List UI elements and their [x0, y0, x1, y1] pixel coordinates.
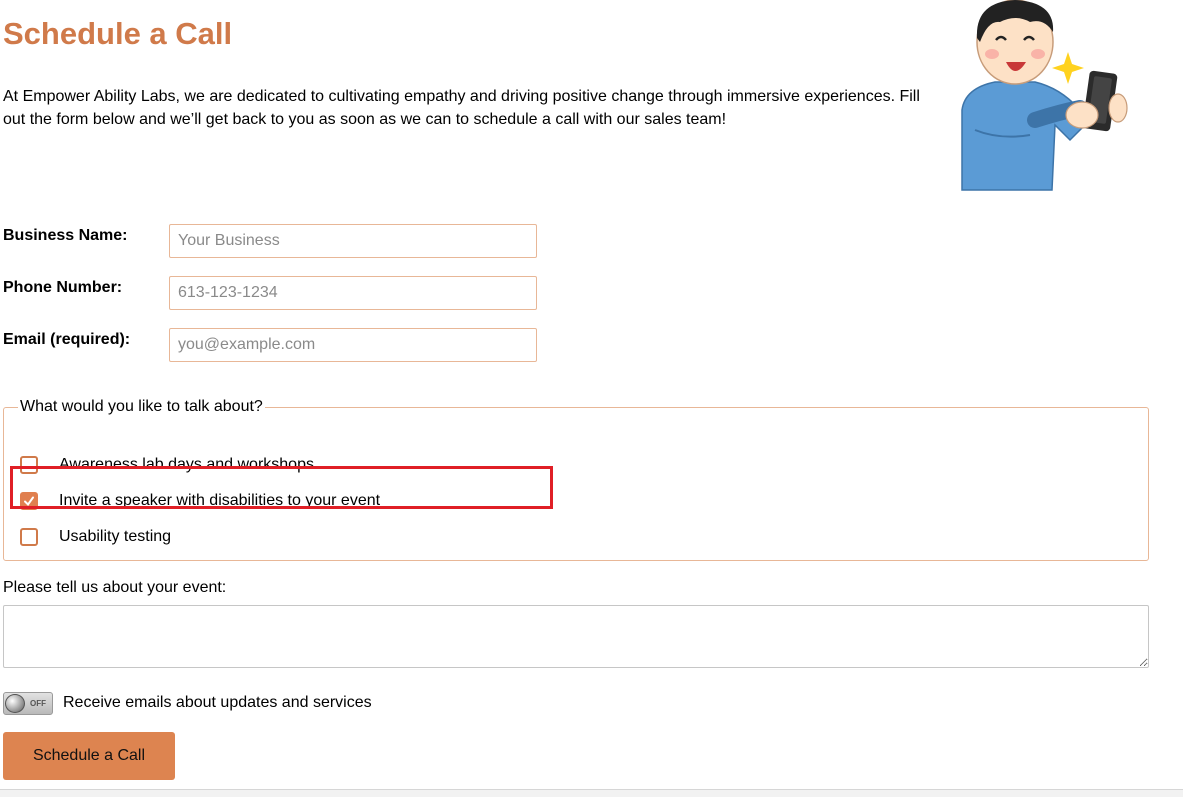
- toggle-state-text: OFF: [30, 699, 46, 708]
- schedule-call-button[interactable]: Schedule a Call: [3, 732, 175, 780]
- page-title: Schedule a Call: [3, 16, 233, 51]
- person-with-phone-illustration: [961, 0, 1128, 191]
- event-description-textarea[interactable]: [3, 605, 1149, 668]
- topic-option-invite-speaker[interactable]: Invite a speaker with disabilities to yo…: [20, 490, 380, 512]
- usability-testing-checkbox[interactable]: [20, 528, 38, 546]
- topics-fieldset: What would you like to talk about? Aware…: [3, 398, 1149, 561]
- topic-option-awareness-lab[interactable]: Awareness lab days and workshops: [20, 454, 314, 476]
- topics-legend: What would you like to talk about?: [20, 398, 263, 415]
- phone-number-label: Phone Number:: [3, 279, 123, 296]
- awareness-lab-checkbox[interactable]: [20, 456, 38, 474]
- updates-toggle-label: Receive emails about updates and service…: [63, 694, 372, 711]
- invite-speaker-label: Invite a speaker with disabilities to yo…: [59, 492, 381, 509]
- awareness-lab-label: Awareness lab days and workshops: [59, 456, 314, 473]
- business-name-input[interactable]: [169, 224, 537, 258]
- toggle-knob: [5, 694, 25, 713]
- phone-number-input[interactable]: [169, 276, 537, 310]
- business-name-label: Business Name:: [3, 227, 128, 244]
- intro-text: At Empower Ability Labs, we are dedicate…: [3, 88, 920, 128]
- email-label: Email (required):: [3, 331, 131, 348]
- email-input[interactable]: [169, 328, 537, 362]
- invite-speaker-checkbox[interactable]: [20, 492, 38, 510]
- usability-testing-label: Usability testing: [59, 528, 172, 545]
- topic-option-usability-testing[interactable]: Usability testing: [20, 526, 171, 548]
- event-description-label: Please tell us about your event:: [3, 579, 227, 596]
- updates-toggle[interactable]: OFF: [3, 692, 53, 715]
- checkmark-icon: [24, 496, 34, 507]
